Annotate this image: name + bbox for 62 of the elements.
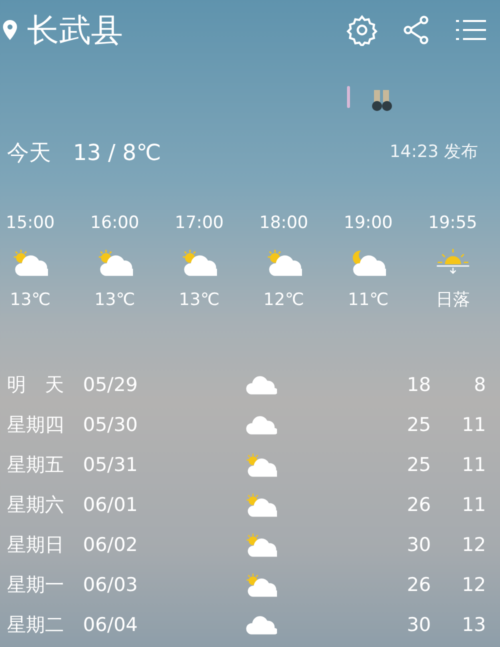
day-date: 05/29 [83,372,139,398]
day-name: 星期二 [7,612,65,638]
day-name: 明 天 [7,372,65,398]
today-temperature: 13 / 8℃ [73,140,162,168]
high-temperature: 18 [406,372,431,398]
hour-temperature: 13℃ [94,292,136,309]
sun-cloud-icon [12,248,48,276]
hour-time: 16:00 [90,215,140,232]
moon-cloud-icon [350,248,386,276]
low-temperature: 11 [460,412,486,438]
day-date: 06/01 [83,492,139,518]
high-temperature: 26 [406,572,431,598]
sun-cloud-icon [181,248,218,276]
hour-temperature: 13℃ [178,292,220,309]
low-temperature: 8 [472,372,486,398]
day-date: 06/02 [83,532,139,558]
day-name: 星期一 [7,572,65,598]
sun-cloud-icon [96,248,133,276]
day-name: 星期五 [7,452,65,478]
location-pin-icon [3,20,17,40]
hour-time: 18:00 [259,215,308,232]
hour-time: 15:00 [6,215,55,232]
sun-cloud-icon [245,492,277,518]
sunset-icon [434,248,471,276]
day-date: 06/04 [83,612,139,638]
feet-drawing [347,84,395,112]
hour-temperature: 11℃ [348,292,389,309]
share-icon [402,15,430,45]
settings-button[interactable] [346,14,378,46]
publish-time: 14:23 发布 [390,141,479,164]
sun-cloud-icon [245,452,277,478]
day-date: 06/03 [83,572,139,598]
low-temperature: 12 [460,572,486,598]
low-temperature: 11 [460,452,486,478]
day-name: 星期六 [7,492,65,518]
hour-temperature: 日落 [436,292,470,309]
high-temperature: 25 [406,412,431,438]
low-temperature: 13 [460,612,486,638]
high-temperature: 26 [406,492,431,518]
high-temperature: 25 [406,452,431,478]
day-name: 星期日 [7,532,65,558]
low-temperature: 12 [460,532,486,558]
hour-time: 19:00 [344,215,393,232]
hour-temperature: 13℃ [10,292,51,309]
high-temperature: 30 [406,532,431,558]
menu-button[interactable] [456,19,486,41]
share-button[interactable] [402,15,430,45]
day-date: 05/30 [83,412,139,438]
sun-cloud-icon [266,248,302,276]
day-name: 星期四 [7,412,65,438]
sun-cloud-icon [245,572,277,598]
hour-time: 19:55 [428,215,478,232]
settings-icon [346,14,378,46]
hour-time: 17:00 [174,215,224,232]
high-temperature: 30 [406,612,431,638]
sun-cloud-icon [245,532,277,558]
hour-temperature: 12℃ [263,292,304,309]
city-name: 长武县 [27,14,123,46]
low-temperature: 11 [460,492,486,518]
day-date: 05/31 [83,452,139,478]
menu-icon [456,19,486,41]
today-label: 今天 [7,140,51,168]
